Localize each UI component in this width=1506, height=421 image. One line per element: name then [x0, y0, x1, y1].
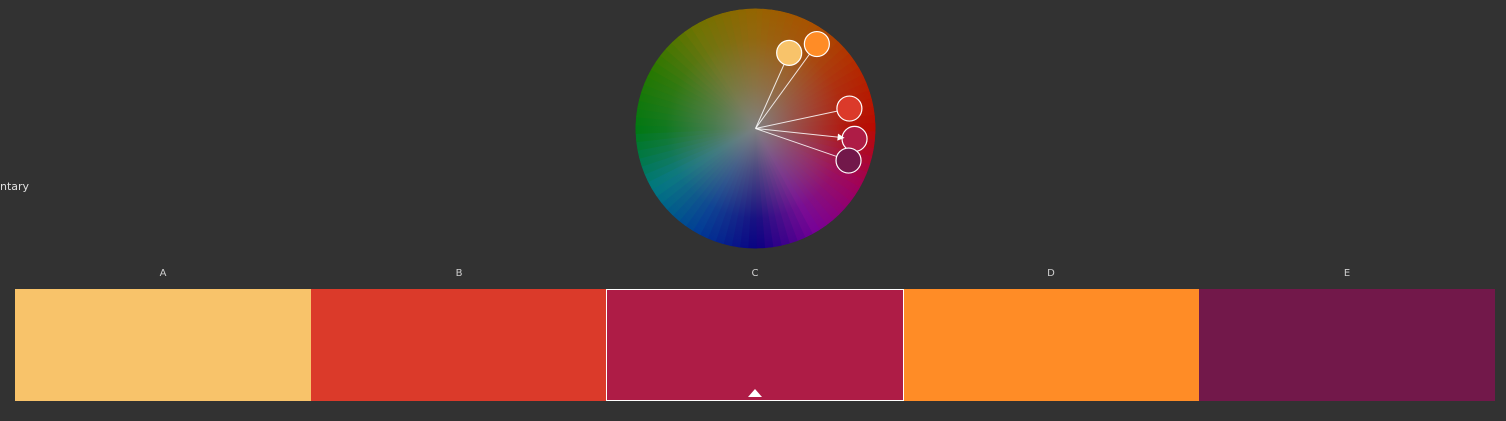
swatch-e[interactable]: [1199, 289, 1495, 401]
swatch-label-b: B: [455, 268, 463, 279]
swatch-labels-row: A B C D E: [15, 268, 1495, 282]
color-wheel-graphic[interactable]: [635, 8, 876, 249]
handle-c[interactable]: [841, 125, 868, 153]
handle-b[interactable]: [836, 95, 863, 122]
swatch-d[interactable]: [903, 289, 1200, 401]
handle-a[interactable]: [776, 39, 803, 66]
swatch-b[interactable]: [310, 289, 607, 401]
swatch-a[interactable]: [15, 289, 311, 401]
swatch-label-e: E: [1343, 268, 1351, 279]
swatches-row: [15, 289, 1495, 401]
swatch-label-c: C: [751, 268, 759, 279]
handle-e[interactable]: [835, 147, 862, 174]
harmony-rule-label[interactable]: ntary: [0, 180, 29, 193]
swatch-c[interactable]: [606, 289, 904, 401]
color-wheel[interactable]: [635, 8, 876, 249]
color-wheel-app: ntary A B C D E: [0, 0, 1506, 421]
handle-d[interactable]: [803, 30, 830, 58]
base-color-caret-icon: [747, 389, 762, 397]
swatch-label-d: D: [1047, 268, 1055, 279]
swatch-label-a: A: [159, 268, 167, 279]
